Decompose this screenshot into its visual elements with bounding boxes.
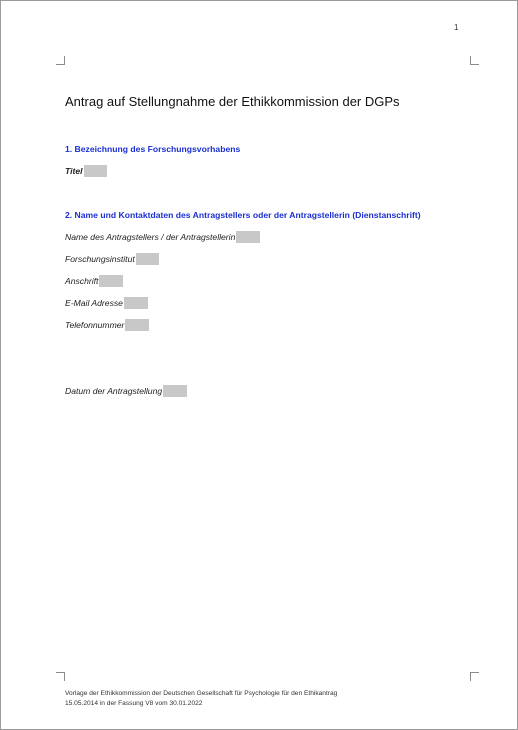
institute-field: Forschungsinstitut — [65, 252, 159, 266]
institute-label: Forschungsinstitut — [65, 254, 135, 264]
footer-line-1: Vorlage der Ethikkommission der Deutsche… — [65, 690, 338, 697]
application-date-input[interactable] — [163, 385, 188, 397]
title-input[interactable] — [83, 165, 107, 177]
applicant-name-label: Name des Antragstellers / der Antragstel… — [65, 232, 236, 242]
phone-label: Telefonnummer — [65, 320, 125, 330]
page-number: 1 — [454, 23, 459, 32]
institute-input[interactable] — [135, 253, 159, 265]
title-field: Titel — [65, 164, 107, 178]
section2-heading: 2. Name und Kontaktdaten des Antragstell… — [65, 210, 421, 220]
email-field: E-Mail Adresse — [65, 296, 148, 310]
margin-corner-bottom-right — [470, 672, 479, 681]
address-field: Anschrift — [65, 274, 124, 288]
phone-field: Telefonnummer — [65, 318, 150, 332]
phone-input[interactable] — [125, 319, 150, 331]
email-input[interactable] — [123, 297, 148, 309]
page-footer: Vorlage der Ethikkommission der Deutsche… — [65, 689, 337, 709]
section1-heading: 1. Bezeichnung des Forschungsvorhabens — [65, 144, 241, 154]
document-title: Antrag auf Stellungnahme der Ethikkommis… — [65, 94, 400, 109]
application-date-field: Datum der Antragstellung — [65, 384, 188, 398]
application-date-label: Datum der Antragstellung — [65, 386, 163, 396]
margin-corner-bottom-left — [56, 672, 65, 681]
applicant-name-input[interactable] — [236, 231, 261, 243]
title-field-label: Titel — [65, 166, 83, 176]
address-label: Anschrift — [65, 276, 99, 286]
address-input[interactable] — [99, 275, 124, 287]
email-label: E-Mail Adresse — [65, 298, 123, 308]
margin-corner-top-left — [56, 56, 65, 65]
margin-corner-top-right — [470, 56, 479, 65]
applicant-name-field: Name des Antragstellers / der Antragstel… — [65, 230, 261, 244]
document-page: 1 Antrag auf Stellungnahme der Ethikkomm… — [0, 0, 518, 730]
footer-line-2: 15.05.2014 in der Fassung V8 vom 30.01.2… — [65, 700, 203, 707]
